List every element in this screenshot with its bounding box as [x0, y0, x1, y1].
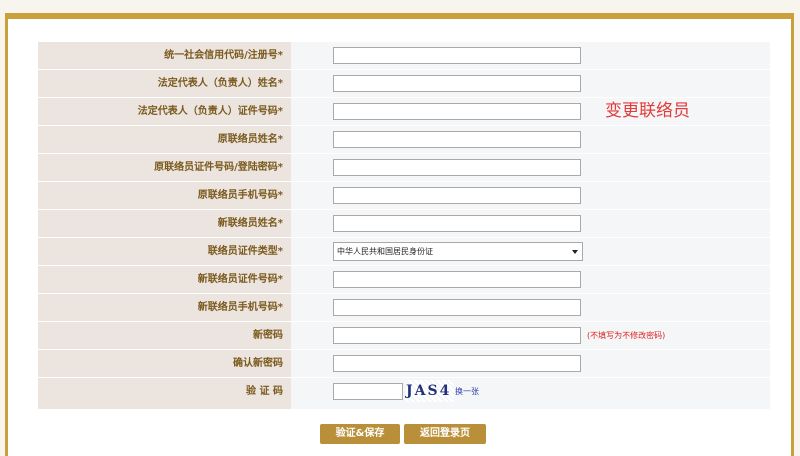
- row-new-contact-id: 新联络员证件号码*: [38, 266, 770, 294]
- new-password-input[interactable]: [333, 327, 581, 344]
- label-captcha: 验 证 码: [246, 386, 283, 397]
- row-confirm-password: 确认新密码: [38, 350, 770, 378]
- back-to-login-button[interactable]: 返回登录页: [404, 424, 486, 444]
- old-contact-name-input[interactable]: [333, 131, 581, 148]
- row-new-contact-name: 新联络员姓名*: [38, 210, 770, 238]
- label-legal-rep-id: 法定代表人（负责人）证件号码*: [137, 106, 283, 117]
- row-old-contact-phone: 原联络员手机号码*: [38, 182, 770, 210]
- label-legal-rep-name: 法定代表人（负责人）姓名*: [157, 78, 283, 89]
- submit-button[interactable]: 验证&保存: [320, 424, 400, 444]
- old-contact-id-input[interactable]: [333, 159, 581, 176]
- label-old-contact-phone: 原联络员手机号码*: [197, 190, 283, 201]
- refresh-captcha-link[interactable]: 换一张: [455, 378, 479, 406]
- confirm-password-input[interactable]: [333, 355, 581, 372]
- new-contact-id-input[interactable]: [333, 271, 581, 288]
- password-hint: (不填写为不修改密码): [587, 331, 666, 340]
- new-contact-phone-input[interactable]: [333, 299, 581, 316]
- label-new-contact-id: 新联络员证件号码*: [197, 274, 283, 285]
- id-type-select[interactable]: 中华人民共和国居民身份证: [333, 242, 583, 261]
- label-confirm-password: 确认新密码: [233, 358, 283, 369]
- chevron-down-icon: [572, 250, 578, 254]
- page-title: 变更联络员: [605, 101, 690, 121]
- legal-rep-id-input[interactable]: [333, 103, 581, 120]
- id-type-selected-value: 中华人民共和国居民身份证: [337, 247, 433, 256]
- label-id-type: 联络员证件类型*: [207, 246, 283, 257]
- label-credit-code: 统一社会信用代码/注册号*: [164, 50, 283, 61]
- captcha-image[interactable]: JAS4: [406, 380, 454, 402]
- row-id-type: 联络员证件类型* 中华人民共和国居民身份证: [38, 238, 770, 266]
- row-new-contact-phone: 新联络员手机号码*: [38, 294, 770, 322]
- legal-rep-name-input[interactable]: [333, 75, 581, 92]
- old-contact-phone-input[interactable]: [333, 187, 581, 204]
- credit-code-input[interactable]: [333, 47, 581, 64]
- row-credit-code: 统一社会信用代码/注册号*: [38, 42, 770, 70]
- label-new-contact-phone: 新联络员手机号码*: [197, 302, 283, 313]
- label-new-password: 新密码: [253, 330, 283, 341]
- captcha-input[interactable]: [333, 383, 403, 400]
- new-contact-name-input[interactable]: [333, 215, 581, 232]
- row-old-contact-id: 原联络员证件号码/登陆密码*: [38, 154, 770, 182]
- row-new-password: 新密码 (不填写为不修改密码): [38, 322, 770, 350]
- row-old-contact-name: 原联络员姓名*: [38, 126, 770, 154]
- row-legal-rep-name: 法定代表人（负责人）姓名*: [38, 70, 770, 98]
- label-old-contact-id: 原联络员证件号码/登陆密码*: [154, 162, 283, 173]
- row-captcha: 验 证 码 JAS4 换一张: [38, 378, 770, 406]
- label-new-contact-name: 新联络员姓名*: [217, 218, 283, 229]
- label-old-contact-name: 原联络员姓名*: [217, 134, 283, 145]
